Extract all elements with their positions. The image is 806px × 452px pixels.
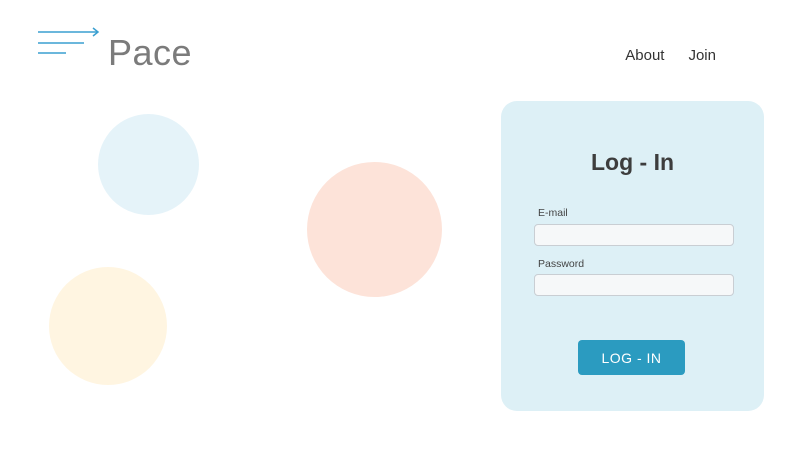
nav-link-about[interactable]: About (625, 47, 664, 64)
speed-lines-arrow-icon (38, 27, 100, 54)
login-title: Log - In (590, 149, 675, 175)
logo-text: Pace (108, 32, 193, 73)
password-field[interactable] (534, 274, 734, 296)
decorative-circle-yellow (49, 267, 167, 385)
password-label: Password (538, 258, 585, 270)
email-label: E-mail (538, 207, 568, 219)
nav-link-join[interactable]: Join (688, 47, 716, 64)
email-field[interactable] (534, 224, 734, 246)
login-card: Log - In E-mail Password LOG - IN (501, 101, 764, 411)
decorative-circle-peach (307, 162, 442, 297)
login-button[interactable]: LOG - IN (578, 340, 685, 375)
decorative-circle-blue (98, 114, 199, 215)
landing-page: Pace About Join Log - In E-mail Password… (0, 0, 806, 452)
top-nav: About Join (625, 47, 716, 64)
